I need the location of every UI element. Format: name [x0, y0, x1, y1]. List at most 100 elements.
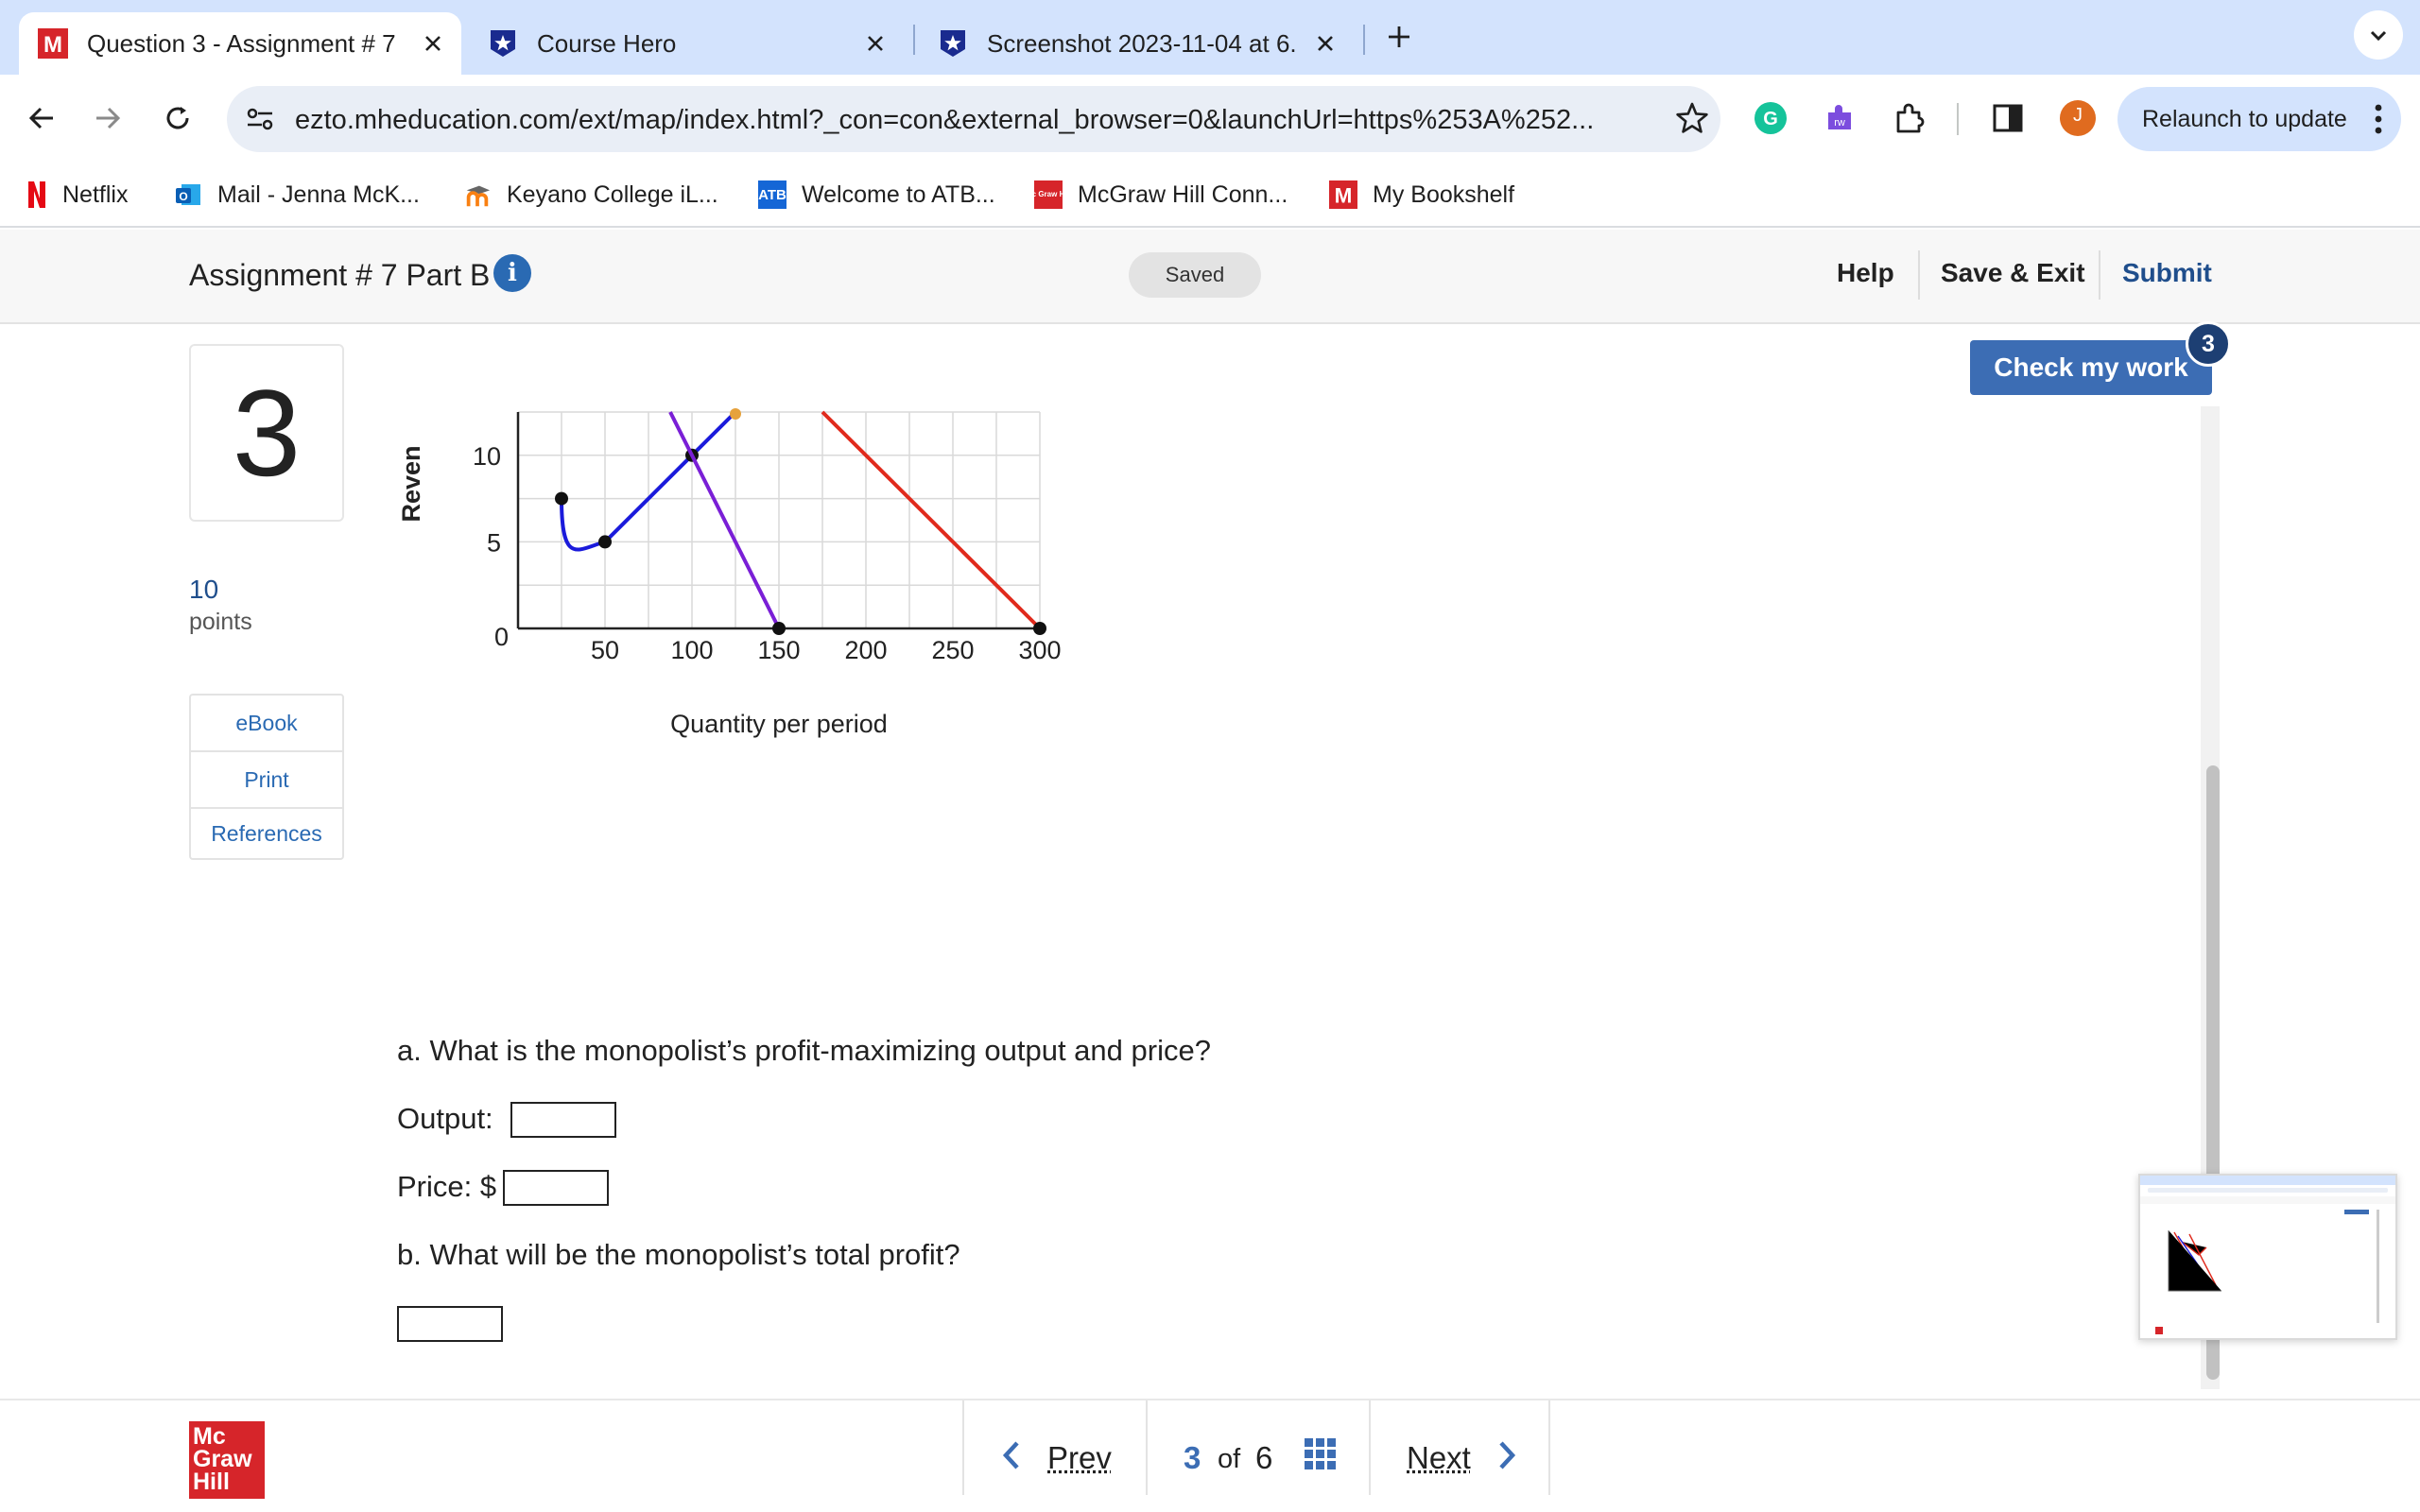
- svg-text:O: O: [179, 190, 187, 203]
- x-axis-label: Quantity per period: [670, 710, 888, 738]
- mcgraw-hill-logo: Mc Graw Hill: [189, 1421, 265, 1499]
- bookmark-atb[interactable]: ATB Welcome to ATB...: [758, 179, 995, 211]
- submit-button[interactable]: Submit: [2122, 258, 2212, 288]
- svg-text:M: M: [1335, 183, 1353, 207]
- y-tick-label: 0: [494, 623, 509, 651]
- price-input[interactable]: [503, 1170, 609, 1206]
- close-icon[interactable]: [856, 25, 894, 62]
- pager-divider: [1146, 1400, 1148, 1495]
- outlook-icon: O: [174, 180, 202, 209]
- close-icon[interactable]: [414, 25, 452, 62]
- grammarly-extension-icon[interactable]: G: [1744, 92, 1797, 145]
- data-point: [598, 535, 612, 549]
- data-point: [1033, 622, 1046, 635]
- tab-title: Question 3 - Assignment # 7: [87, 28, 396, 58]
- chevron-down-icon: [2370, 30, 2387, 42]
- mcgraw-hill-m-icon: M: [1329, 180, 1357, 209]
- extension-puzzle-purple-icon[interactable]: rw: [1813, 92, 1866, 145]
- bookmark-star-icon[interactable]: [1675, 101, 1709, 140]
- side-panel-icon[interactable]: [1981, 92, 2034, 145]
- bookmark-netflix[interactable]: Netflix: [26, 179, 128, 211]
- chart-grid: [518, 411, 1041, 628]
- tab-separator: [913, 25, 915, 55]
- chevron-left-icon[interactable]: [1002, 1440, 1021, 1475]
- chevron-right-icon[interactable]: [1497, 1440, 1516, 1475]
- tab-title: Screenshot 2023-11-04 at 6.: [987, 28, 1297, 58]
- tab-strip: M Question 3 - Assignment # 7 Course Her…: [0, 0, 2420, 75]
- save-exit-button[interactable]: Save & Exit: [1941, 258, 2085, 288]
- tab-separator: [1363, 25, 1365, 55]
- grid-icon[interactable]: [1305, 1438, 1337, 1475]
- accent-data-point: [730, 408, 741, 420]
- close-icon[interactable]: [1306, 25, 1344, 62]
- x-tick-label: 300: [1018, 636, 1061, 664]
- of-label: of: [1218, 1444, 1241, 1474]
- back-button[interactable]: [15, 92, 68, 145]
- assignment-header: Assignment # 7 Part B i Saved Help Save …: [0, 230, 2420, 324]
- bookmark-mcgraw-connect[interactable]: Mc Graw Hill McGraw Hill Conn...: [1026, 179, 1288, 211]
- bookmark-bookshelf[interactable]: M My Bookshelf: [1329, 179, 1514, 211]
- total-pages: 6: [1255, 1440, 1273, 1475]
- x-tick-label: 100: [670, 636, 713, 664]
- series-line: [821, 410, 1042, 630]
- bookmark-label: Welcome to ATB...: [802, 180, 995, 208]
- bookmark-label: Netflix: [62, 180, 129, 208]
- mcgraw-hill-icon: Mc Graw Hill: [1026, 180, 1071, 209]
- forward-button[interactable]: [81, 92, 134, 145]
- tab-screenshot[interactable]: Screenshot 2023-11-04 at 6.: [919, 12, 1354, 75]
- x-tick-label: 50: [591, 636, 619, 664]
- output-input[interactable]: [510, 1102, 616, 1138]
- question-pager: Prev 3 of 6 Next: [962, 1400, 1550, 1495]
- profit-input[interactable]: [397, 1306, 503, 1342]
- plus-icon: [1389, 26, 1409, 47]
- check-my-work-button[interactable]: Check my work: [1970, 340, 2212, 395]
- new-tab-button[interactable]: [1373, 10, 1426, 63]
- site-settings-icon[interactable]: [244, 103, 276, 140]
- relaunch-label: Relaunch to update: [2142, 105, 2347, 132]
- output-label: Output:: [397, 1102, 493, 1135]
- next-button[interactable]: Next: [1407, 1440, 1471, 1476]
- extensions-puzzle-icon[interactable]: [1883, 92, 1936, 145]
- tab-search-button[interactable]: [2354, 10, 2403, 60]
- course-hero-star-icon: [488, 28, 518, 59]
- tab-course-hero[interactable]: Course Hero: [469, 12, 904, 75]
- logo-line: Mc: [193, 1423, 226, 1450]
- y-axis-label: Reven: [397, 445, 425, 522]
- svg-text:rw: rw: [1834, 117, 1845, 129]
- print-link[interactable]: Print: [191, 752, 342, 809]
- bookmark-keyano[interactable]: Keyano College iL...: [463, 179, 718, 211]
- ebook-link[interactable]: eBook: [191, 696, 342, 752]
- points-value: 10: [189, 575, 219, 604]
- question-part-a: a. What is the monopolist’s profit-maxim…: [397, 1034, 1211, 1067]
- footer-bar: Mc Graw Hill Prev 3 of 6 Next: [0, 1399, 2420, 1512]
- help-button[interactable]: Help: [1837, 258, 1894, 288]
- x-tick-label: 150: [757, 636, 800, 664]
- toolbar-divider: [1957, 103, 1959, 135]
- data-point: [772, 622, 786, 635]
- browser-toolbar: ezto.mheducation.com/ext/map/index.html?…: [0, 75, 2420, 162]
- tab-question-3[interactable]: M Question 3 - Assignment # 7: [19, 12, 461, 75]
- references-link[interactable]: References: [191, 809, 342, 858]
- points-label: points: [189, 609, 252, 635]
- info-icon[interactable]: i: [493, 254, 531, 292]
- relaunch-button[interactable]: Relaunch to update: [2118, 87, 2401, 151]
- netflix-icon: [26, 180, 47, 209]
- profile-avatar[interactable]: J: [2051, 92, 2104, 145]
- page-preview-thumbnail[interactable]: [2138, 1174, 2397, 1340]
- price-label: Price: $: [397, 1170, 497, 1203]
- y-tick-label: 10: [473, 442, 501, 471]
- prev-button[interactable]: Prev: [1047, 1440, 1112, 1476]
- logo-line: Hill: [193, 1469, 230, 1495]
- reload-button[interactable]: [151, 92, 204, 145]
- saved-status-badge: Saved: [1129, 252, 1261, 298]
- assignment-title: Assignment # 7 Part B: [189, 258, 491, 292]
- page-preview-image: [2140, 1176, 2395, 1334]
- bookmark-label: My Bookshelf: [1373, 180, 1515, 208]
- address-bar[interactable]: ezto.mheducation.com/ext/map/index.html?…: [227, 86, 1720, 152]
- bookmarks-bar: Netflix O Mail - Jenna McK... Keyano Col…: [0, 162, 2420, 228]
- mcgraw-hill-m-icon: M: [38, 28, 68, 59]
- check-attempts-badge: 3: [2186, 321, 2231, 367]
- svg-text:M: M: [43, 32, 62, 58]
- bookmark-mail[interactable]: O Mail - Jenna McK...: [174, 179, 420, 211]
- y-tick-label: 5: [487, 528, 501, 557]
